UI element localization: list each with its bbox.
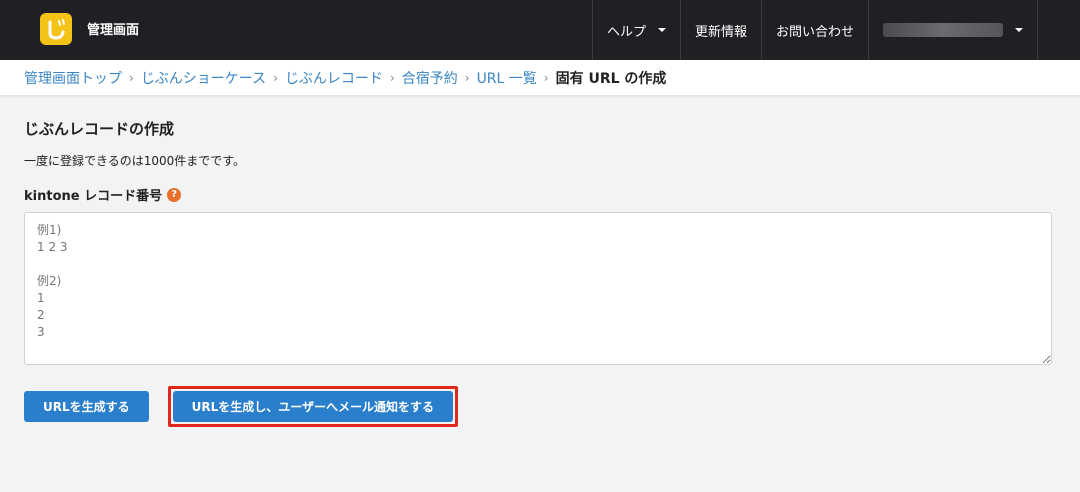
breadcrumb-current: 固有 URL の作成 [555, 70, 667, 87]
chevron-right-icon: › [464, 70, 470, 85]
brand-title[interactable]: 管理画面 [87, 19, 139, 38]
help-icon[interactable]: ? [167, 187, 182, 202]
breadcrumb-link-url-list[interactable]: URL 一覧 [477, 68, 537, 88]
top-navbar: 管理画面 ヘルプ 更新情報 お問い合わせ [0, 0, 1080, 60]
generate-url-notify-button[interactable]: URLを生成し、ユーザーへメール通知をする [172, 391, 454, 422]
nav-updates-label: 更新情報 [694, 24, 747, 40]
user-menu[interactable] [868, 0, 1038, 60]
breadcrumb-link-showcase[interactable]: じぶんショーケース [141, 68, 266, 88]
chevron-down-icon [657, 28, 666, 32]
chevron-right-icon: › [129, 70, 134, 85]
chevron-right-icon: › [273, 70, 278, 85]
nav-help-label: ヘルプ [606, 24, 646, 40]
record-number-textarea[interactable] [24, 212, 1052, 365]
page-title: じぶんレコードの作成 [24, 120, 175, 138]
breadcrumb-link-record[interactable]: じぶんレコード [285, 68, 383, 88]
top-nav: ヘルプ 更新情報 お問い合わせ [591, 0, 1038, 60]
nav-contact[interactable]: お問い合わせ [760, 0, 868, 60]
nav-updates[interactable]: 更新情報 [679, 0, 761, 60]
breadcrumb-link-admin-top[interactable]: 管理画面トップ [24, 68, 122, 88]
nav-contact-label: お問い合わせ [775, 24, 854, 40]
main-content: じぶんレコードの作成 一度に登録できるのは1000件までです。 kintone … [0, 118, 1080, 427]
breadcrumb-link-reservation[interactable]: 合宿予約 [402, 68, 458, 88]
record-number-label: kintone レコード番号 ? [24, 185, 1052, 204]
chevron-down-icon [1015, 28, 1023, 32]
breadcrumb: 管理画面トップ › じぶんショーケース › じぶんレコード › 合宿予約 › U… [0, 60, 1080, 96]
chevron-right-icon: › [389, 70, 395, 85]
record-number-label-text: kintone レコード番号 [24, 189, 163, 204]
app-logo-icon[interactable] [40, 13, 72, 45]
generate-url-button[interactable]: URLを生成する [24, 391, 149, 422]
user-name-redacted [883, 23, 1003, 37]
action-buttons: URLを生成する URLを生成し、ユーザーへメール通知をする [24, 386, 1052, 427]
page-description: 一度に登録できるのは1000件までです。 [24, 154, 246, 168]
highlight-box: URLを生成し、ユーザーへメール通知をする [167, 386, 459, 427]
chevron-right-icon: › [543, 70, 549, 85]
nav-help[interactable]: ヘルプ [591, 0, 680, 60]
